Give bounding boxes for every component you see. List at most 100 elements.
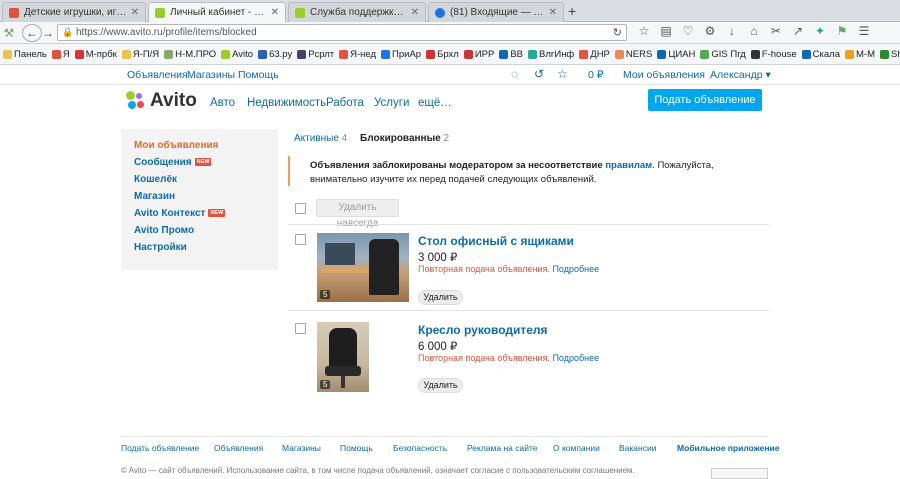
bookmark-item[interactable]: Н-М.ПРО [164, 49, 216, 60]
bookmark-item[interactable]: Рсрлт [297, 49, 334, 60]
evernote-icon[interactable]: ✦ [812, 24, 828, 38]
top-link-my-ads[interactable]: Мои объявления [623, 69, 705, 81]
bookmark-item[interactable]: Я-П/Я [121, 49, 159, 60]
tools-icon[interactable]: ⚒ [2, 24, 16, 42]
browser-tab[interactable]: Служба поддержки Avito ✕ [288, 2, 426, 22]
bookmark-item[interactable]: F-house [750, 49, 797, 60]
favorites-icon[interactable]: ☆ [557, 67, 568, 81]
bookmark-item[interactable]: Брхл [426, 49, 459, 60]
bookmark-item[interactable]: М-М [845, 49, 875, 60]
user-menu[interactable]: Александр ▾ [710, 69, 771, 81]
footer-link-safety[interactable]: Безопасность [393, 443, 447, 453]
bookmark-item[interactable]: ПриАр [381, 49, 421, 60]
back-button-icon[interactable]: ← [22, 24, 42, 42]
item-title[interactable]: Стол офисный с ящиками [418, 234, 574, 248]
bookmark-label: Sh-M [891, 48, 900, 60]
addon-icon[interactable]: ⚑ [834, 24, 850, 38]
top-link-ads[interactable]: Объявления [127, 69, 188, 81]
sidebar-item-wallet[interactable]: Кошелёк [134, 174, 177, 185]
bookmark-item[interactable]: Я-нед [339, 49, 376, 60]
share-icon[interactable]: ↗ [790, 24, 806, 38]
nav-services[interactable]: Услуги [374, 97, 409, 109]
footer-link-help[interactable]: Помощь [340, 443, 373, 453]
footer-link-mobile-app[interactable]: Мобильное приложение [677, 443, 779, 453]
item-photo[interactable]: 5 [317, 233, 409, 302]
wallet-balance[interactable]: 0 ₽ [588, 69, 603, 81]
bookmark-item[interactable]: Я [51, 49, 70, 60]
bookmark-item[interactable]: ЦИАН [657, 49, 695, 60]
close-tab-icon[interactable]: ✕ [131, 7, 139, 18]
reading-list-icon[interactable]: ▤ [658, 24, 674, 38]
item-checkbox[interactable] [295, 323, 306, 334]
nav-auto[interactable]: Авто [210, 97, 235, 109]
browser-tab[interactable]: Детские игрушки, игруш… ✕ [2, 2, 146, 22]
sidebar-item-settings[interactable]: Настройки [134, 242, 187, 253]
bookmark-item[interactable]: ДНР [579, 49, 610, 60]
forward-button-icon[interactable]: → [42, 24, 54, 42]
browser-tab[interactable]: (81) Входящие — ostapets… ✕ [428, 2, 564, 22]
bookmark-favicon-icon [801, 49, 811, 59]
bookmark-item[interactable]: Скала [801, 49, 840, 60]
bookmark-item[interactable]: ИРР [463, 49, 494, 60]
delete-button[interactable]: Удалить [418, 290, 463, 305]
post-ad-button[interactable]: Подать объявление [648, 89, 762, 111]
browser-tab-active[interactable]: Личный кабинет - Мои о… ✕ [148, 2, 286, 22]
item-photo[interactable]: 5 [317, 322, 369, 392]
download-icon[interactable]: ↓ [724, 24, 740, 38]
bookmark-item[interactable]: Avito [221, 49, 253, 60]
footer-link-jobs[interactable]: Вакансии [619, 443, 656, 453]
details-link[interactable]: Подробнее [552, 264, 599, 274]
bookmark-item[interactable]: NERS [614, 49, 652, 60]
sidebar-item-promo[interactable]: Avito Промо [134, 225, 194, 236]
bookmark-item[interactable]: Sh-M [880, 49, 900, 60]
footer-link-shops[interactable]: Магазины [282, 443, 321, 453]
address-bar[interactable]: 🔒 https://www.avito.ru/profile/items/blo… [57, 24, 627, 41]
footer-link-about[interactable]: О компании [553, 443, 600, 453]
delete-forever-button[interactable]: Удалить навсегда [316, 199, 399, 229]
footer-link-advertising[interactable]: Реклама на сайте [467, 443, 538, 453]
top-link-help[interactable]: Помощь [238, 69, 279, 81]
new-tab-button[interactable]: + [568, 3, 576, 19]
close-tab-icon[interactable]: ✕ [411, 7, 419, 18]
extension-icon[interactable]: ⚙ [702, 24, 718, 38]
nav-realty[interactable]: Недвижимость [247, 97, 326, 109]
logo-text: Avito [150, 90, 197, 111]
footer-link-ads[interactable]: Объявления [214, 443, 263, 453]
nav-more[interactable]: ещё… [418, 97, 452, 109]
nav-jobs[interactable]: Работа [326, 97, 364, 109]
messages-icon[interactable]: ◌ [511, 67, 518, 81]
bookmark-star-icon[interactable]: ☆ [636, 24, 652, 38]
home-icon[interactable]: ⌂ [746, 24, 762, 38]
avito-logo[interactable]: Avito [126, 90, 197, 112]
reload-icon[interactable]: ↻ [613, 26, 622, 39]
sidebar-item-my-ads[interactable]: Мои объявления [134, 140, 218, 151]
top-link-shops[interactable]: Магазины [187, 69, 235, 81]
bookmark-item[interactable]: ВВ [499, 49, 523, 60]
tab-blocked[interactable]: Блокированные 2 [360, 133, 449, 144]
sidebar-item-context[interactable]: Avito Контекст NEW [134, 208, 226, 219]
notifications-icon[interactable]: ↺ [534, 67, 544, 81]
details-link[interactable]: Подробнее [552, 353, 599, 363]
browser-tab-bar: Детские игрушки, игруш… ✕ Личный кабинет… [0, 0, 900, 22]
item-checkbox[interactable] [295, 234, 306, 245]
footer-link-post[interactable]: Подать объявление [121, 443, 199, 453]
tab-active[interactable]: Активные 4 [294, 133, 347, 144]
url-text: https://www.avito.ru/profile/items/block… [76, 27, 257, 38]
sidebar-item-messages[interactable]: Сообщения NEW [134, 157, 212, 168]
delete-button[interactable]: Удалить [418, 378, 463, 393]
select-all-checkbox[interactable] [295, 203, 306, 214]
rules-link[interactable]: правилам [605, 160, 652, 171]
bookmark-item[interactable]: 63.ру [258, 49, 292, 60]
pocket-icon[interactable]: ♡ [680, 24, 696, 38]
bookmark-item[interactable]: GIS Пгд [700, 49, 746, 60]
bookmark-item[interactable]: Панель [3, 49, 47, 60]
close-tab-icon[interactable]: ✕ [549, 7, 557, 18]
close-tab-icon[interactable]: ✕ [271, 7, 279, 18]
menu-icon[interactable]: ☰ [856, 24, 872, 38]
item-title[interactable]: Кресло руководителя [418, 323, 548, 337]
screenshot-icon[interactable]: ✂ [768, 24, 784, 38]
counter-widget[interactable] [711, 468, 768, 479]
bookmark-item[interactable]: М-прбк [74, 49, 117, 60]
bookmark-item[interactable]: ВлгИнф [528, 49, 574, 60]
sidebar-item-shop[interactable]: Магазин [134, 191, 175, 202]
